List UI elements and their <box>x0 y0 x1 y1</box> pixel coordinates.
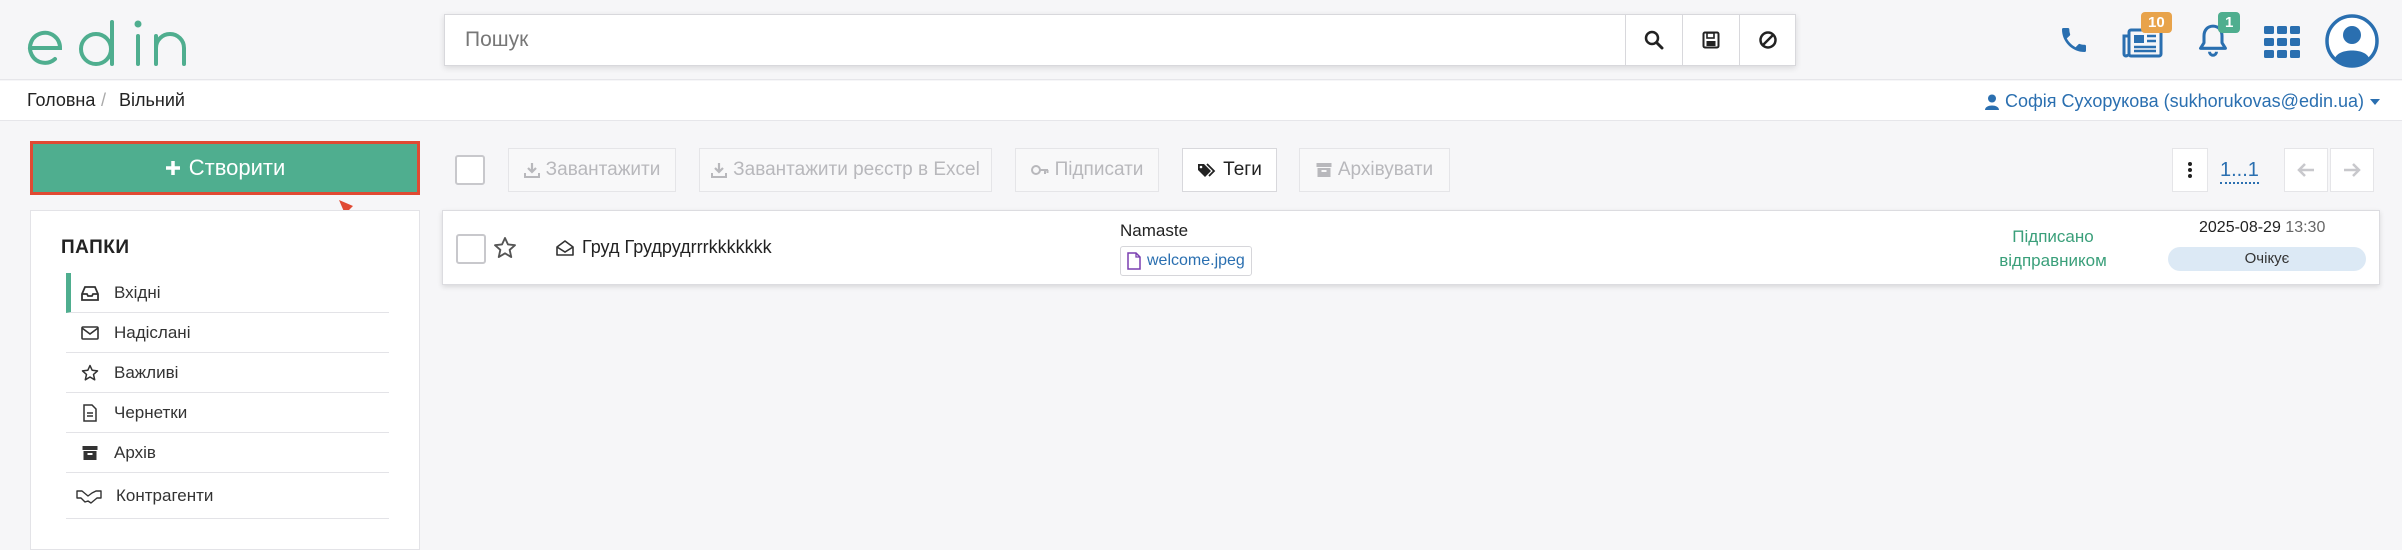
next-page-button[interactable] <box>2330 148 2374 192</box>
edin-logo[interactable] <box>26 12 206 72</box>
user-icon <box>1984 94 1999 110</box>
profile-avatar-button[interactable] <box>2325 14 2379 68</box>
sign-button[interactable]: Підписати <box>1015 148 1159 192</box>
download-label: Завантажити <box>545 159 661 180</box>
download-excel-button[interactable]: Завантажити реєстр в Excel <box>699 148 992 192</box>
status-line-1: Підписано <box>2012 227 2094 246</box>
key-icon <box>1030 165 1049 175</box>
pagination-indicator[interactable]: 1...1 <box>2220 158 2259 184</box>
arrow-left-icon <box>2297 163 2314 177</box>
folder-label: Архів <box>114 442 156 462</box>
ban-icon <box>1759 31 1777 49</box>
star-icon <box>80 363 100 383</box>
folders-panel: ПАПКИ Вхідні Надіслані Важливі Чернетки <box>30 210 420 550</box>
handshake-icon <box>76 486 102 506</box>
envelope-icon <box>80 323 100 343</box>
user-menu[interactable]: Софія Сухорукова (sukhorukovas@edin.ua) <box>1984 91 2380 112</box>
tags-button[interactable]: Теги <box>1182 148 1277 192</box>
archive-button[interactable]: Архівувати <box>1299 148 1450 192</box>
date-value: 2025-08-29 <box>2199 219 2281 236</box>
create-document-button[interactable]: Створити <box>30 141 420 195</box>
breadcrumb-separator: / <box>101 90 107 110</box>
arrow-right-icon <box>2344 163 2361 177</box>
search-icon <box>1644 30 1664 50</box>
folder-item-drafts[interactable]: Чернетки <box>66 393 389 433</box>
draft-icon <box>80 403 100 423</box>
document-title[interactable]: Namaste <box>1120 221 1188 241</box>
time-value: 13:30 <box>2285 219 2326 236</box>
top-header: 10 1 <box>0 0 2402 80</box>
prev-page-button[interactable] <box>2284 148 2328 192</box>
state-badge: Очікує <box>2168 247 2366 271</box>
breadcrumb-current: Вільний <box>119 90 185 110</box>
document-date: 2025-08-29 13:30 <box>2199 219 2325 237</box>
create-label: Створити <box>188 155 286 180</box>
status-line-2: відправником <box>1999 251 2107 270</box>
user-avatar-icon <box>2325 14 2379 68</box>
folder-item-archive[interactable]: Архів <box>66 433 389 473</box>
download-button[interactable]: Завантажити <box>508 148 676 192</box>
phone-icon <box>2062 28 2086 52</box>
file-icon <box>1127 252 1141 270</box>
download-excel-label: Завантажити реєстр в Excel <box>733 159 980 180</box>
star-icon[interactable] <box>493 236 517 260</box>
notifications-count-badge: 1 <box>2218 12 2241 33</box>
folder-label: Надіслані <box>114 322 191 342</box>
download-icon <box>711 163 728 178</box>
save-search-button[interactable] <box>1682 15 1739 65</box>
document-row[interactable]: Груд Грудрудrrrkkkkkkk Namaste welcome.j… <box>442 210 2380 285</box>
user-name: Софія Сухорукова (sukhorukovas@edin.ua) <box>2004 91 2364 111</box>
archive-icon <box>80 443 100 463</box>
folder-label: Важливі <box>114 362 179 382</box>
attachment-name: welcome.jpeg <box>1147 252 1245 269</box>
apps-menu-button[interactable] <box>2263 24 2301 60</box>
folder-label: Вхідні <box>114 282 161 302</box>
folder-item-sent[interactable]: Надіслані <box>66 313 389 353</box>
folders-title: ПАПКИ <box>61 237 130 258</box>
document-status: Підписано відправником <box>1983 225 2123 273</box>
folder-item-important[interactable]: Важливі <box>66 353 389 393</box>
search-button[interactable] <box>1625 15 1682 65</box>
caret-down-icon <box>2370 98 2380 105</box>
sign-label: Підписати <box>1054 159 1144 180</box>
attachment-chip[interactable]: welcome.jpeg <box>1120 246 1252 276</box>
plus-icon <box>165 161 180 175</box>
news-count-badge: 10 <box>2141 12 2172 33</box>
archive-label: Архівувати <box>1337 159 1434 180</box>
breadcrumb-home-link[interactable]: Головна <box>27 90 95 111</box>
sender-name: Груд Грудрудrrrkkkkkkk <box>582 237 772 257</box>
search-bar <box>444 14 1796 66</box>
envelope-open-icon <box>556 240 574 256</box>
folder-item-counterparties[interactable]: Контрагенти <box>66 473 389 519</box>
folder-label: Контрагенти <box>116 485 214 505</box>
tags-label: Теги <box>1223 159 1262 180</box>
tags-icon <box>1198 163 1216 177</box>
select-all-checkbox[interactable] <box>455 155 485 185</box>
grid-icon <box>2264 26 2300 58</box>
breadcrumb-bar: Головна / Вільний Софія Сухорукова (sukh… <box>0 81 2402 121</box>
inbox-icon <box>80 283 100 303</box>
more-options-button[interactable] <box>2172 148 2208 192</box>
folder-item-inbox[interactable]: Вхідні <box>66 273 389 313</box>
floppy-icon <box>1702 31 1720 49</box>
clear-search-button[interactable] <box>1739 15 1796 65</box>
phone-button[interactable] <box>2056 22 2092 58</box>
archive-icon <box>1316 163 1332 177</box>
vertical-dots-icon <box>2188 162 2192 178</box>
row-checkbox[interactable] <box>456 234 486 264</box>
folder-label: Чернетки <box>114 402 188 422</box>
search-input[interactable] <box>445 15 1625 65</box>
download-icon <box>523 163 540 178</box>
